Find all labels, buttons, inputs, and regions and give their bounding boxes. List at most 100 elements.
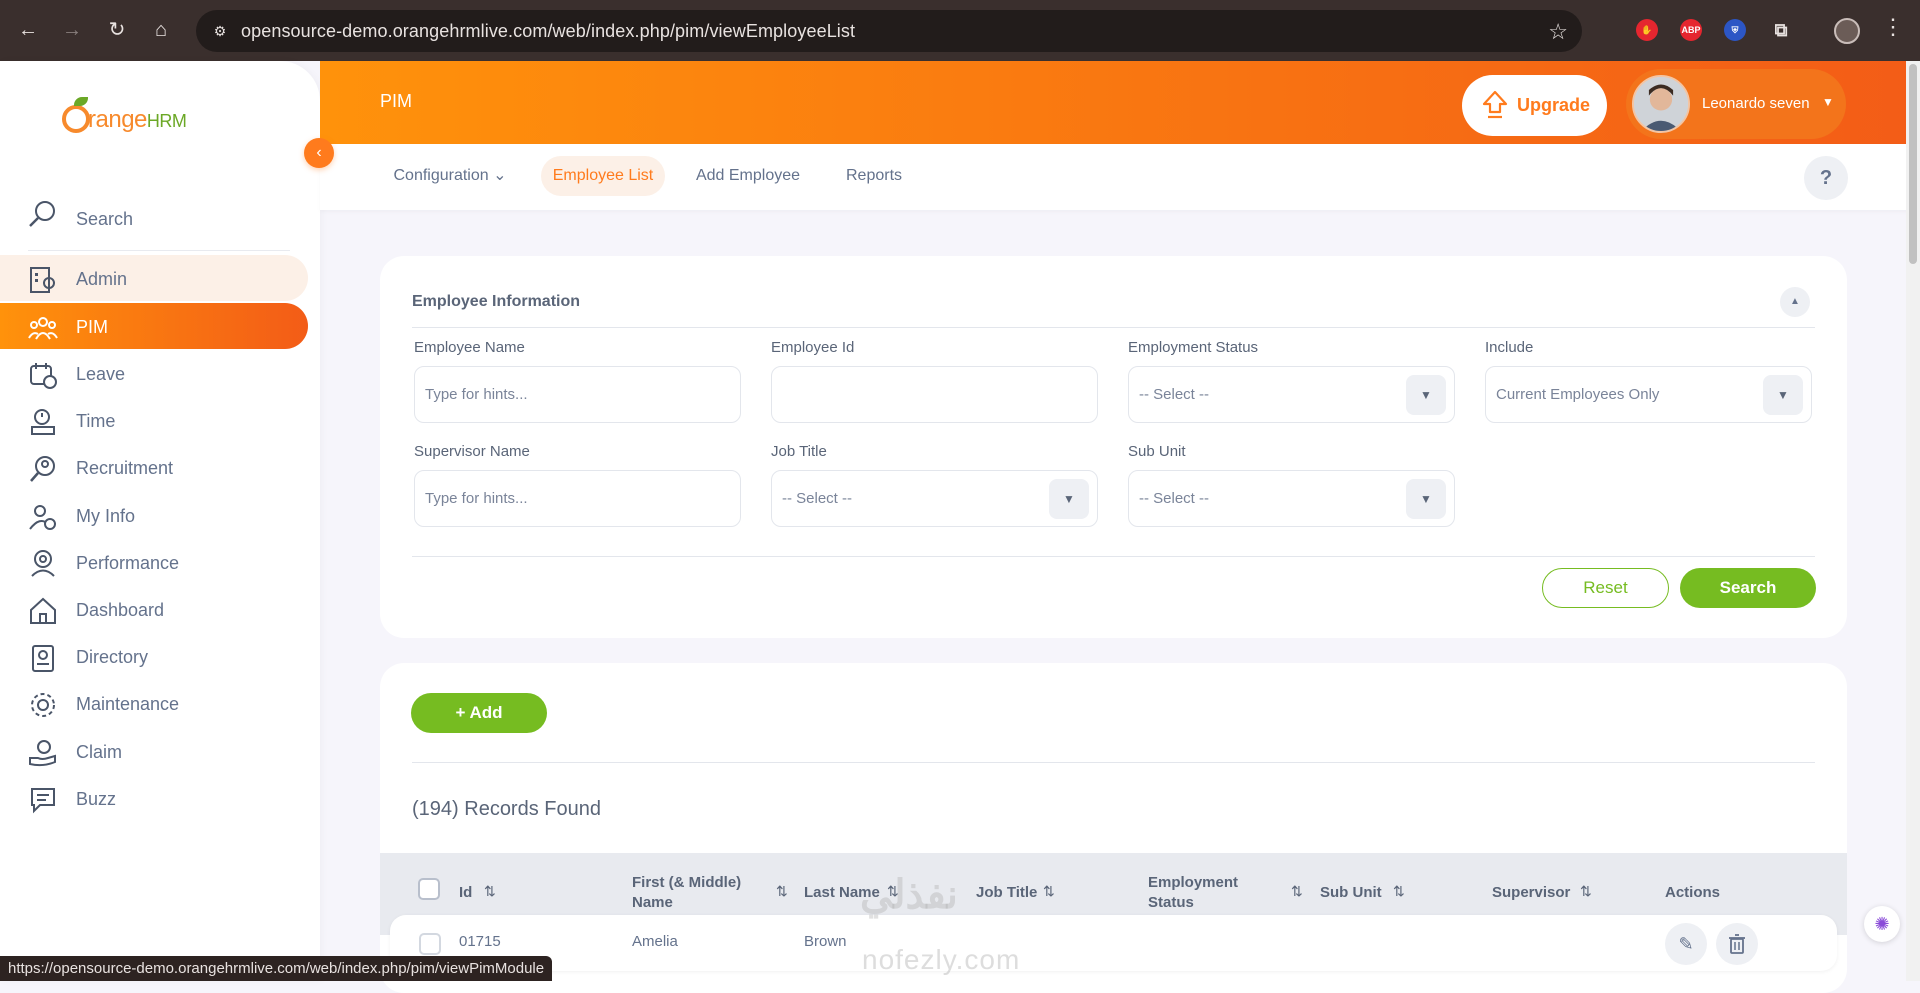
sidebar-item-label: Performance (76, 553, 180, 573)
help-button[interactable]: ? (1804, 156, 1848, 200)
collapse-filter-button[interactable]: ▲ (1780, 287, 1810, 317)
browser-profile-avatar[interactable] (1834, 18, 1860, 44)
tab-reports[interactable]: Reports (830, 156, 918, 196)
search-button[interactable]: Search (1680, 568, 1816, 608)
dropdown-caret-icon: ▼ (1763, 375, 1803, 415)
bookmark-star-icon[interactable]: ☆ (1548, 19, 1568, 45)
sidebar-item-recruitment[interactable]: Recruitment (0, 444, 308, 490)
delete-button[interactable] (1716, 923, 1758, 965)
column-first-name-line1: First (& Middle) (632, 874, 742, 891)
column-first-name: First (& Middle) Name (632, 873, 741, 913)
tab-employee-list[interactable]: Employee List (541, 156, 665, 196)
extensions-puzzle-icon[interactable]: ⧉ (1770, 19, 1792, 41)
sort-icon[interactable]: ⇅ (776, 883, 788, 900)
browser-menu-icon[interactable]: ⋮ (1882, 14, 1904, 40)
upgrade-button[interactable]: Upgrade (1462, 75, 1607, 136)
back-icon[interactable]: ← (14, 16, 42, 44)
site-info-icon[interactable]: ⚙ (210, 21, 230, 41)
sidebar-item-claim[interactable]: Claim (0, 728, 308, 774)
sidebar-item-label: Buzz (76, 789, 117, 809)
section-title: Employee Information (412, 293, 581, 310)
dashboard-home-icon (30, 597, 56, 624)
time-icon (31, 409, 55, 435)
adblock-extension-icon[interactable]: ABP (1680, 19, 1702, 41)
edit-button[interactable]: ✎ (1665, 923, 1707, 965)
forward-icon[interactable]: → (58, 16, 86, 44)
caret-down-icon: ▼ (1822, 95, 1834, 109)
reload-icon[interactable]: ↻ (103, 16, 131, 44)
upgrade-arrow-icon (1482, 90, 1508, 119)
sidebar-search[interactable]: Search (28, 197, 290, 251)
sidebar-item-admin[interactable]: Admin (0, 255, 308, 301)
scrollbar-thumb[interactable] (1909, 64, 1917, 264)
sidebar-item-directory[interactable]: Directory (0, 633, 308, 679)
employee-name-placeholder: Type for hints... (425, 386, 528, 403)
browser-toolbar: ← → ↻ ⌂ ⚙ opensource-demo.orangehrmlive.… (0, 0, 1920, 61)
employment-status-select[interactable]: -- Select -- ▼ (1128, 366, 1455, 423)
supervisor-name-input[interactable]: Type for hints... (414, 470, 741, 527)
column-job-title: Job Title (976, 884, 1038, 901)
sidebar-item-buzz[interactable]: Buzz (0, 775, 308, 821)
sidebar-item-pim[interactable]: PIM (0, 303, 308, 349)
column-supervisor: Supervisor (1492, 884, 1571, 901)
sort-icon[interactable]: ⇅ (1043, 883, 1055, 900)
buzz-chat-icon (31, 788, 55, 814)
sidebar-item-leave[interactable]: Leave (0, 350, 308, 396)
employee-name-input[interactable]: Type for hints... (414, 366, 741, 423)
collapse-sidebar-button[interactable]: ‹ (304, 138, 334, 168)
employee-id-label: Employee Id (771, 339, 855, 356)
sidebar-item-label: Dashboard (76, 600, 165, 620)
status-bar-url: https://opensource-demo.orangehrmlive.co… (0, 956, 553, 981)
sidebar-item-maintenance[interactable]: Maintenance (0, 680, 308, 726)
orangehrm-logo[interactable]: rangeHRM (62, 97, 212, 141)
user-dropdown[interactable]: Leonardo seven ▼ (1626, 69, 1846, 139)
sidebar-item-time[interactable]: Time (0, 397, 308, 443)
include-label: Include (1485, 339, 1534, 356)
home-icon[interactable]: ⌂ (147, 16, 175, 44)
employment-status-label: Employment Status (1128, 339, 1259, 356)
performance-icon (31, 550, 55, 577)
sort-icon[interactable]: ⇅ (1580, 883, 1592, 900)
directory-icon (32, 645, 54, 672)
sidebar: rangeHRM Search Admin PIM Leave Time Rec… (0, 61, 320, 981)
column-employment-status: Employment Status (1148, 873, 1238, 913)
sidebar-item-label: Recruitment (76, 458, 174, 478)
include-value: Current Employees Only (1496, 386, 1660, 403)
sidebar-item-label: Claim (76, 742, 123, 762)
job-title-value: -- Select -- (782, 490, 853, 507)
extension-hand-icon[interactable]: ✋ (1636, 19, 1658, 41)
address-bar[interactable]: ⚙ opensource-demo.orangehrmlive.com/web/… (196, 10, 1582, 52)
avatar (1632, 75, 1690, 133)
employee-list-card: + Add (194) Records Found Id ⇅ First (& … (380, 663, 1847, 993)
sidebar-item-label: Leave (76, 364, 126, 384)
row-checkbox[interactable] (419, 933, 441, 955)
shield-extension-icon[interactable]: ⛨ (1724, 19, 1746, 41)
sidebar-item-my-info[interactable]: My Info (0, 492, 308, 538)
sub-unit-select[interactable]: -- Select -- ▼ (1128, 470, 1455, 527)
sidebar-search-label[interactable]: Search (76, 209, 133, 230)
tab-label: Configuration (393, 167, 489, 184)
sort-icon[interactable]: ⇅ (1393, 883, 1405, 900)
column-emp-status-line2: Status (1148, 894, 1194, 911)
sidebar-item-performance[interactable]: Performance (0, 539, 308, 585)
tab-add-employee[interactable]: Add Employee (684, 156, 812, 196)
sidebar-item-label: Directory (76, 647, 149, 667)
employee-id-input[interactable] (771, 366, 1098, 423)
add-employee-button[interactable]: + Add (411, 693, 547, 733)
dropdown-caret-icon: ▼ (1406, 375, 1446, 415)
include-select[interactable]: Current Employees Only ▼ (1485, 366, 1812, 423)
assistant-brain-icon[interactable]: ✺ (1864, 906, 1900, 942)
sort-icon[interactable]: ⇅ (1291, 883, 1303, 900)
divider (412, 762, 1815, 763)
job-title-select[interactable]: -- Select -- ▼ (771, 470, 1098, 527)
tab-configuration[interactable]: Configuration ⌄ (380, 156, 520, 196)
url-text[interactable]: opensource-demo.orangehrmlive.com/web/in… (241, 21, 855, 42)
table-row[interactable]: 01715 Amelia Brown ✎ (390, 915, 1837, 971)
leave-icon (30, 363, 57, 389)
pencil-icon: ✎ (1678, 934, 1694, 954)
select-all-checkbox[interactable] (418, 878, 440, 900)
sidebar-item-dashboard[interactable]: Dashboard (0, 586, 308, 632)
column-emp-status-line1: Employment (1148, 874, 1239, 891)
reset-button[interactable]: Reset (1542, 568, 1669, 608)
sort-icon[interactable]: ⇅ (484, 883, 496, 900)
